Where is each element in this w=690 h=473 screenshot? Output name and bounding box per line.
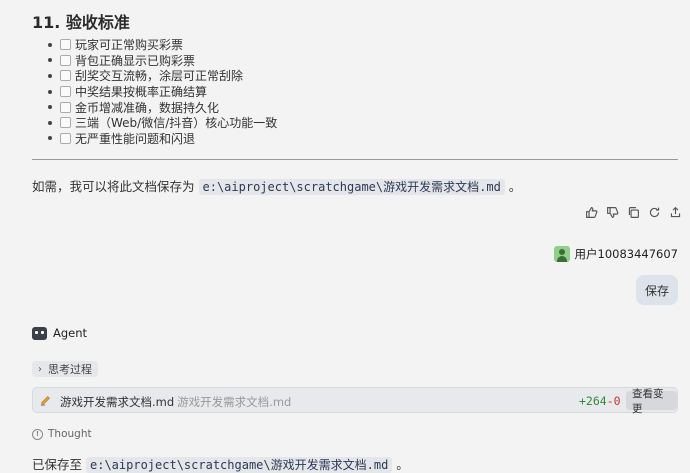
thinking-toggle[interactable]: › 思考过程 [32, 361, 98, 377]
checklist-item: 中奖结果按概率正确结算 [32, 84, 277, 100]
lines-removed: -0 [606, 394, 621, 408]
message-actions [584, 205, 683, 219]
save-hint-prefix: 如需，我可以将此文档保存为 [32, 179, 195, 194]
file-change-card[interactable]: 游戏开发需求文档.md 游戏开发需求文档.md +264-0 查看变更 [32, 387, 678, 415]
checklist-item-label: 无严重性能问题和闪退 [75, 131, 196, 146]
checklist-item: 刮奖交互流畅，涂层可正常刮除 [32, 68, 277, 84]
save-hint-suffix: 。 [508, 179, 522, 194]
checklist-item-label: 中奖结果按概率正确结算 [75, 85, 208, 100]
bullet [48, 105, 52, 110]
bullet [48, 120, 52, 125]
agent-name: Agent [53, 326, 88, 340]
lines-added: +264 [579, 394, 607, 408]
saved-suffix: 。 [396, 457, 409, 472]
checklist-item-label: 玩家可正常购买彩票 [75, 38, 184, 53]
checkbox[interactable] [60, 70, 71, 82]
checklist-item-label: 刮奖交互流畅，涂层可正常刮除 [75, 69, 244, 84]
thinking-label: 思考过程 [48, 363, 92, 376]
share-icon[interactable] [668, 205, 683, 219]
user-message-bubble: 保存 [636, 275, 678, 305]
thumbs-up-icon[interactable] [584, 205, 599, 219]
bullet [48, 136, 52, 141]
file-name: 游戏开发需求文档.md 游戏开发需求文档.md [60, 394, 291, 410]
file-path-text: 游戏开发需求文档.md [177, 395, 292, 409]
user-name: 用户10083447607 [574, 247, 678, 261]
user-message-text: 保存 [644, 283, 669, 298]
bullet [48, 58, 52, 63]
checklist-item-label: 背包正确显示已购彩票 [75, 53, 196, 68]
checklist-item: 玩家可正常购买彩票 [32, 37, 277, 53]
checkbox[interactable] [60, 86, 71, 98]
checklist-item: 三端（Web/微信/抖音）核心功能一致 [32, 115, 277, 131]
saved-path-code: e:\aiproject\scratchgame\游戏开发需求文档.md [86, 457, 393, 473]
checklist-item: 背包正确显示已购彩票 [32, 53, 277, 69]
view-changes-button[interactable]: 查看变更 [626, 388, 677, 415]
thought-toggle[interactable]: ! Thought [32, 428, 92, 440]
checkbox[interactable] [60, 117, 71, 129]
copy-icon[interactable] [626, 205, 641, 219]
section-title: 11. 验收标准 [32, 13, 130, 32]
bullet [48, 73, 52, 78]
checklist-item-label: 三端（Web/微信/抖音）核心功能一致 [75, 116, 278, 131]
checklist-item: 金币增减准确，数据持久化 [32, 99, 277, 115]
user-header: 用户10083447607 [553, 246, 678, 262]
save-hint-text: 如需，我可以将此文档保存为 e:\aiproject\scratchgame\游… [32, 176, 521, 195]
saved-prefix: 已保存至 [32, 457, 83, 472]
acceptance-checklist: 玩家可正常购买彩票 背包正确显示已购彩票 刮奖交互流畅，涂层可正常刮除 中奖结果… [32, 37, 277, 146]
checklist-item: 无严重性能问题和闪退 [32, 131, 277, 147]
thumbs-down-icon[interactable] [605, 205, 620, 219]
file-name-text: 游戏开发需求文档.md [60, 395, 175, 409]
checkbox[interactable] [60, 101, 71, 113]
edit-file-icon [40, 396, 50, 406]
lightbulb-icon: ! [32, 428, 43, 440]
checkbox[interactable] [60, 54, 71, 66]
checkbox[interactable] [60, 132, 71, 144]
save-path-code: e:\aiproject\scratchgame\游戏开发需求文档.md [198, 179, 505, 195]
saved-confirmation: 已保存至 e:\aiproject\scratchgame\游戏开发需求文档.m… [32, 454, 409, 473]
agent-robot-icon [32, 326, 47, 340]
checkbox[interactable] [60, 39, 71, 51]
agent-header: Agent [32, 326, 87, 340]
diff-stats: +264-0 [579, 394, 621, 408]
refresh-icon[interactable] [647, 205, 662, 219]
user-avatar-icon [553, 246, 570, 262]
bullet [48, 89, 52, 94]
checklist-item-label: 金币增减准确，数据持久化 [75, 100, 220, 115]
thought-label: Thought [48, 428, 92, 440]
divider [32, 159, 678, 160]
bullet [48, 42, 52, 47]
chevron-right-icon: › [38, 363, 42, 375]
